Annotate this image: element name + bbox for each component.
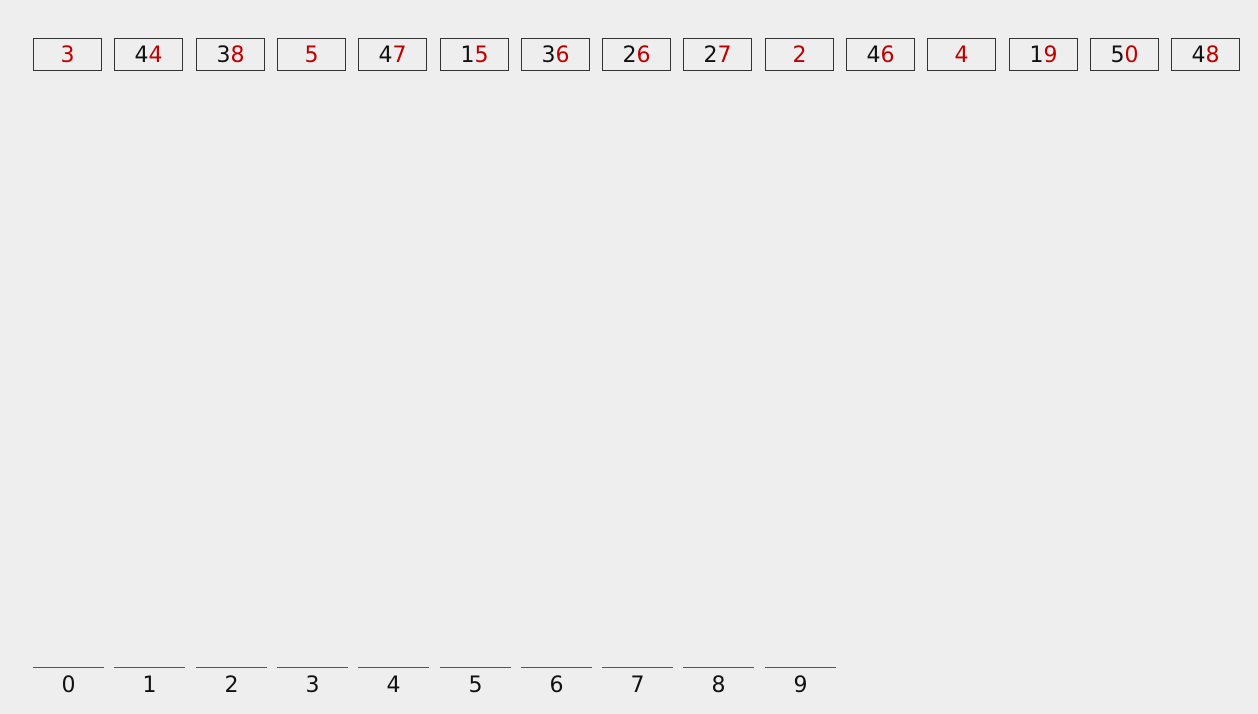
number-current-digit: 0 [1124,42,1139,68]
number-prefix: 2 [622,42,637,68]
number-prefix: 3 [216,42,231,68]
number-current-digit: 8 [230,42,245,68]
number-current-digit: 6 [880,42,895,68]
number-cell: 47 [358,38,427,71]
number-cell: 38 [196,38,265,71]
number-prefix: 4 [134,42,149,68]
number-cell: 4 [927,38,996,71]
bucket-base-line [440,667,511,668]
number-cell: 5 [277,38,346,71]
number-cell: 15 [440,38,509,71]
bucket-base-line [521,667,592,668]
number-prefix: 4 [1191,42,1206,68]
number-cell: 48 [1171,38,1240,71]
number-current-digit: 4 [148,42,163,68]
number-current-digit: 6 [636,42,651,68]
number-prefix: 1 [460,42,475,68]
bucket-base-line [602,667,673,668]
bucket-label: 9 [793,673,808,698]
number-current-digit: 9 [1043,42,1058,68]
number-cell: 3 [33,38,102,71]
number-current-digit: 5 [474,42,489,68]
number-current-digit: 2 [792,42,807,68]
number-cell: 36 [521,38,590,71]
number-cell: 27 [683,38,752,71]
bucket-label: 1 [142,673,157,698]
number-prefix: 4 [866,42,881,68]
bucket-label: 6 [549,673,564,698]
bucket-base-line [277,667,348,668]
bucket-base-line [33,667,104,668]
number-current-digit: 3 [60,42,75,68]
number-cell: 50 [1090,38,1159,71]
bucket-base-line [196,667,267,668]
number-current-digit: 8 [1205,42,1220,68]
number-prefix: 1 [1029,42,1044,68]
bucket-base-line [114,667,185,668]
bucket-base-line [765,667,836,668]
number-prefix: 4 [378,42,393,68]
bucket-base-line [683,667,754,668]
number-current-digit: 6 [555,42,570,68]
number-cell: 44 [114,38,183,71]
bucket-label: 4 [386,673,401,698]
bucket-label: 3 [305,673,320,698]
bucket-label: 5 [468,673,483,698]
number-cell: 26 [602,38,671,71]
number-current-digit: 7 [392,42,407,68]
number-current-digit: 7 [717,42,732,68]
number-cell: 2 [765,38,834,71]
bucket-label: 8 [711,673,726,698]
number-current-digit: 4 [954,42,969,68]
bucket-base-line [358,667,429,668]
bucket-label: 0 [61,673,76,698]
number-prefix: 3 [541,42,556,68]
number-current-digit: 5 [304,42,319,68]
number-prefix: 2 [703,42,718,68]
bucket-label: 7 [630,673,645,698]
number-cell: 46 [846,38,915,71]
radix-sort-stage: 34438547153626272464195048 0123456789 [0,0,1258,714]
number-cell: 19 [1009,38,1078,71]
number-prefix: 5 [1110,42,1125,68]
bucket-label: 2 [224,673,239,698]
